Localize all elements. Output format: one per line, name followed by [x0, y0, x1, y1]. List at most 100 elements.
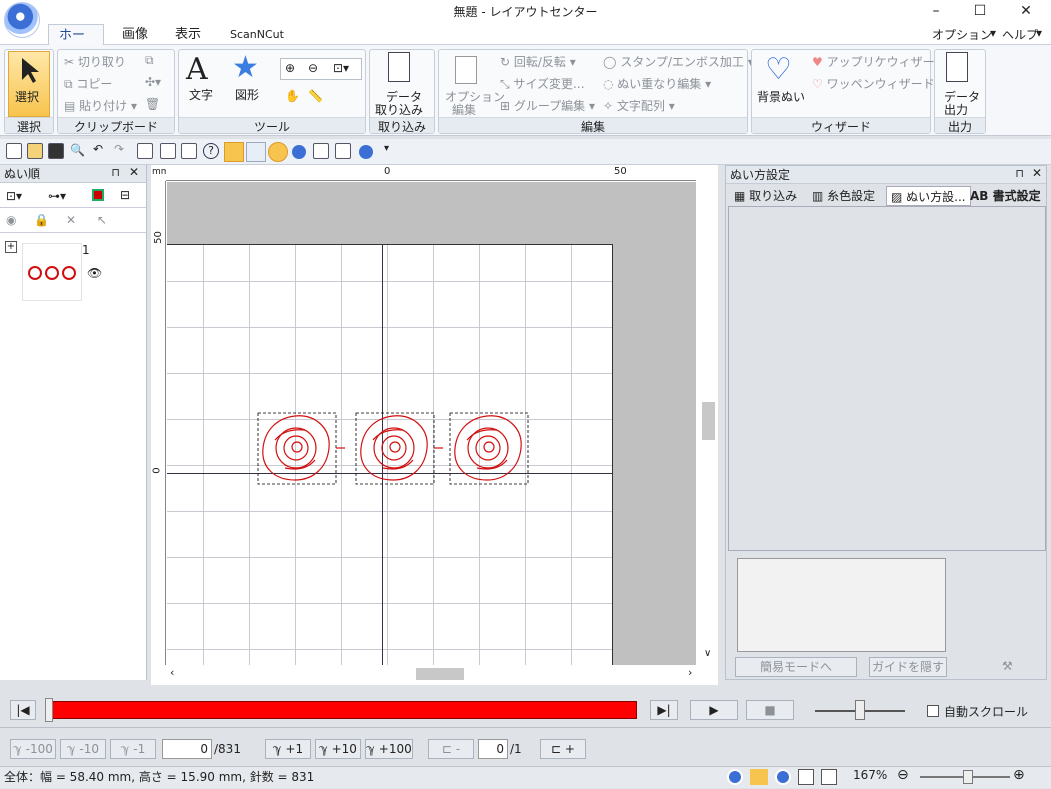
- zoom-in-icon[interactable]: ⊕: [285, 61, 295, 75]
- redo-icon[interactable]: ↷: [114, 142, 124, 156]
- tab-home[interactable]: ホーム: [48, 24, 104, 65]
- resize-button[interactable]: ⤡ サイズ変更...: [500, 75, 585, 92]
- pan-hand-icon[interactable]: ✋: [285, 89, 300, 103]
- select-button[interactable]: 選択: [8, 51, 50, 117]
- option-edit-button-2[interactable]: 編集: [452, 101, 476, 118]
- options-menu-arrow[interactable]: ▾: [990, 26, 996, 40]
- properties-icon[interactable]: [181, 143, 197, 159]
- frame-icon[interactable]: ⊟: [120, 188, 130, 202]
- step-plus-10-button[interactable]: ℽ +10: [315, 739, 361, 759]
- visibility-eye-icon[interactable]: ◉: [6, 213, 16, 227]
- options-menu[interactable]: オプション: [932, 26, 992, 43]
- step-minus-10-button[interactable]: ℽ -10: [60, 739, 106, 759]
- object-number-input[interactable]: 0: [478, 739, 508, 759]
- tab-image[interactable]: 画像: [112, 24, 158, 46]
- shape-tool-label[interactable]: 図形: [235, 86, 259, 103]
- status-page-icon[interactable]: [821, 769, 837, 785]
- pin-icon[interactable]: ⊓: [111, 166, 120, 179]
- rose-designs[interactable]: [255, 410, 535, 490]
- right-pin-icon[interactable]: ⊓: [1015, 167, 1024, 180]
- stamp-emboss-button[interactable]: ◯ スタンプ/エンボス加工 ▾: [603, 53, 754, 70]
- option-edit-icon[interactable]: [455, 56, 477, 84]
- zoom-icon[interactable]: 🔍: [70, 143, 85, 157]
- scroll-left-icon[interactable]: ‹: [170, 666, 174, 679]
- zoom-out-icon[interactable]: ⊖: [308, 61, 318, 75]
- zoom-slider-thumb[interactable]: [963, 770, 973, 784]
- copy-button[interactable]: ⧉ コピー: [64, 75, 112, 92]
- color-order-icon[interactable]: [92, 189, 104, 201]
- mode-icon[interactable]: [359, 145, 373, 159]
- design-view-icon[interactable]: [268, 142, 288, 162]
- scroll-down-icon[interactable]: ∨: [704, 648, 711, 659]
- maximize-button[interactable]: ☐: [957, 0, 1003, 22]
- skip-end-button[interactable]: ▶|: [650, 700, 678, 720]
- page-icon[interactable]: [160, 143, 176, 159]
- background-stitch-button[interactable]: 背景ぬい: [757, 88, 805, 105]
- text-arrange-button[interactable]: ✧ 文字配列 ▾: [603, 97, 675, 114]
- auto-scroll-checkbox[interactable]: [927, 705, 939, 717]
- realistic-view-icon[interactable]: [246, 142, 266, 162]
- expand-icon[interactable]: +: [5, 241, 17, 253]
- background-stitch-icon[interactable]: ♡: [765, 52, 792, 87]
- output-data-button-2[interactable]: 出力: [944, 101, 968, 118]
- stitch-simulator-icon[interactable]: [224, 142, 244, 162]
- speed-slider-thumb[interactable]: [855, 700, 865, 720]
- minimize-button[interactable]: –: [913, 0, 959, 22]
- import-data-button-2[interactable]: 取り込み: [375, 101, 423, 118]
- shape-tool-icon[interactable]: ★: [232, 50, 259, 85]
- settings-icon[interactable]: [335, 143, 351, 159]
- object-next-button[interactable]: ⊏ +: [540, 739, 586, 759]
- step-minus-100-button[interactable]: ℽ -100: [10, 739, 56, 759]
- overlap-edit-button[interactable]: ◌ ぬい重なり編集 ▾: [603, 75, 711, 92]
- help-menu[interactable]: ヘルプ: [1002, 26, 1038, 43]
- tab-import-settings[interactable]: ▦ 取り込み: [730, 186, 801, 206]
- help-menu-arrow[interactable]: ▾: [1036, 26, 1042, 40]
- progress-slider-thumb[interactable]: [45, 698, 53, 722]
- simple-mode-button[interactable]: 簡易モードへ: [735, 657, 857, 677]
- zoom-in-button[interactable]: ⊕: [1013, 767, 1025, 783]
- tab-scanncut[interactable]: ScanNCut: [220, 24, 294, 46]
- horizontal-scroll-thumb[interactable]: [416, 668, 464, 680]
- tab-view[interactable]: 表示: [165, 24, 211, 46]
- step-minus-1-button[interactable]: ℽ -1: [110, 739, 156, 759]
- text-tool-label[interactable]: 文字: [189, 86, 213, 103]
- applique-wizard-button[interactable]: ♥ アップリケウィザード: [812, 53, 947, 70]
- cut-button[interactable]: ✂ 切り取り: [64, 53, 126, 70]
- select-arrow-icon[interactable]: ↖: [97, 213, 107, 227]
- status-view-icon-2[interactable]: [750, 769, 768, 785]
- item-visible-eye-icon[interactable]: 👁: [87, 266, 102, 280]
- skip-start-button[interactable]: |◀: [10, 700, 36, 720]
- page-preview-icon[interactable]: [313, 143, 329, 159]
- fit-view-icon[interactable]: ⊡▾: [6, 189, 22, 203]
- import-data-icon[interactable]: [388, 52, 410, 82]
- preview-icon[interactable]: [137, 143, 153, 159]
- right-panel-close-icon[interactable]: ✕: [1032, 166, 1042, 180]
- design-thumbnail[interactable]: [22, 243, 82, 301]
- delete-icon[interactable]: 🗑: [145, 97, 160, 111]
- step-plus-100-button[interactable]: ℽ +100: [365, 739, 413, 759]
- stitch-number-input[interactable]: 0: [162, 739, 212, 759]
- zoom-fit-icon[interactable]: ⊡▾: [333, 61, 349, 75]
- step-plus-1-button[interactable]: ℽ +1: [265, 739, 311, 759]
- measure-icon[interactable]: 📏: [308, 89, 323, 103]
- paste-button[interactable]: ▤ 貼り付け ▾: [64, 97, 137, 114]
- customize-toolbar-icon[interactable]: ▾: [384, 143, 389, 154]
- tab-text-format[interactable]: AB 書式設定: [966, 186, 1045, 206]
- tree-icon[interactable]: ⊶▾: [48, 189, 66, 203]
- arrange-icon[interactable]: ✣▾: [145, 75, 161, 89]
- vertical-scrollbar[interactable]: ∨: [700, 182, 717, 665]
- text-tool-icon[interactable]: A: [186, 52, 208, 87]
- zoom-out-button[interactable]: ⊖: [897, 767, 909, 783]
- group-edit-button[interactable]: ⊞ グループ編集 ▾: [500, 97, 595, 114]
- new-file-icon[interactable]: [6, 143, 22, 159]
- object-prev-button[interactable]: ⊏ -: [428, 739, 474, 759]
- status-grid-icon[interactable]: [798, 769, 814, 785]
- play-button[interactable]: ▶: [690, 700, 738, 720]
- horizontal-scrollbar[interactable]: ‹ ›: [166, 665, 700, 682]
- app-logo-icon[interactable]: [4, 2, 40, 38]
- rotate-flip-button[interactable]: ↻ 回転/反転 ▾: [500, 53, 576, 70]
- stop-button[interactable]: ■: [746, 700, 794, 720]
- stitch-progress-bar[interactable]: [46, 701, 637, 719]
- circle-view-icon[interactable]: [292, 145, 306, 159]
- panel-close-icon[interactable]: ✕: [129, 165, 139, 179]
